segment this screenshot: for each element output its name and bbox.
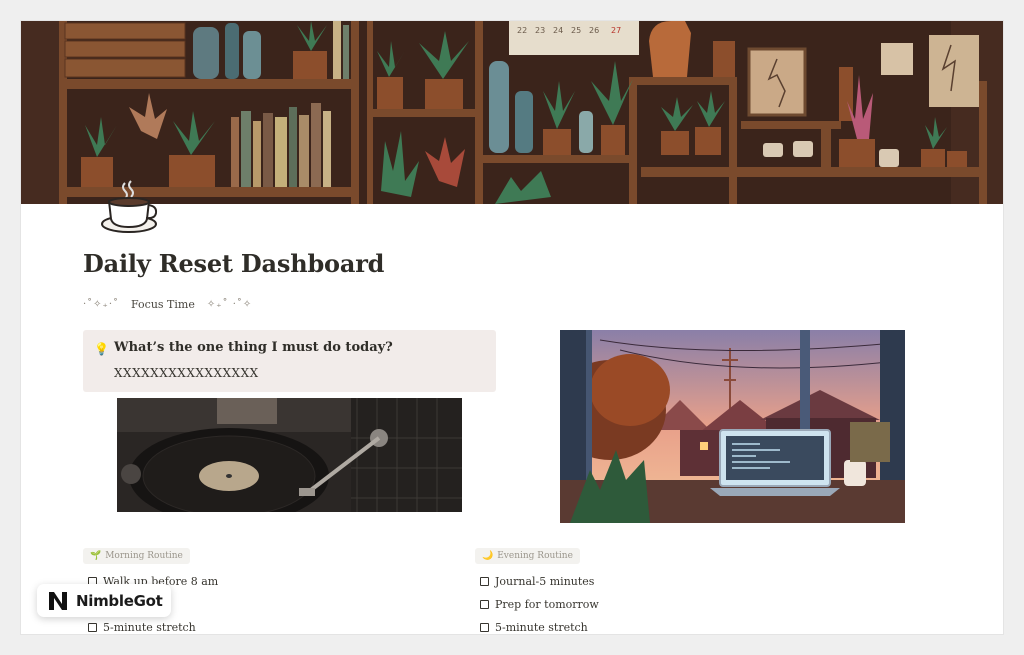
svg-text:26: 26 xyxy=(589,26,599,35)
cover-image[interactable]: 22 23 24 25 26 27 xyxy=(21,21,1003,204)
nimblegot-watermark: NimbleGot xyxy=(37,584,171,617)
notion-page: 22 23 24 25 26 27 Daily Reset Dashboard … xyxy=(21,21,1003,634)
evening-todo-list: Journal-5 minutes Prep for tomorrow 5-mi… xyxy=(475,570,599,634)
watermark-brand: NimbleGot xyxy=(76,591,163,610)
callout-answer[interactable]: XXXXXXXXXXXXXXXX xyxy=(114,366,259,380)
todo-text[interactable]: 5-minute stretch xyxy=(103,621,196,634)
priority-callout[interactable]: 💡 What’s the one thing I must do today? … xyxy=(83,330,496,392)
record-player-image[interactable] xyxy=(117,398,462,512)
todo-item[interactable]: Prep for tomorrow xyxy=(480,593,599,616)
morning-routine-tag[interactable]: 🌱 Morning Routine xyxy=(83,548,190,564)
evening-routine-label: Evening Routine xyxy=(497,551,573,561)
checkbox[interactable] xyxy=(480,623,489,632)
sunset-desk-image[interactable] xyxy=(560,330,905,523)
checkbox[interactable] xyxy=(480,577,489,586)
evening-routine-tag[interactable]: 🌙 Evening Routine xyxy=(475,548,580,564)
sparkle-decoration-left: ·˚✧₊·˚ xyxy=(83,299,120,310)
todo-text[interactable]: Prep for tomorrow xyxy=(495,598,599,611)
svg-text:23: 23 xyxy=(535,26,545,35)
lightbulb-icon: 💡 xyxy=(94,342,109,356)
todo-item[interactable]: 5-minute stretch xyxy=(88,616,218,634)
svg-text:25: 25 xyxy=(571,26,581,35)
focus-time-heading: ·˚✧₊·˚ Focus Time ✧₊˚ ·˚✧ xyxy=(83,298,252,311)
nimblegot-logo-icon xyxy=(49,591,67,610)
sparkle-decoration-right: ✧₊˚ ·˚✧ xyxy=(206,299,253,310)
morning-routine-label: Morning Routine xyxy=(105,551,183,561)
coffee-cup-icon[interactable] xyxy=(101,179,161,235)
todo-item[interactable]: Journal-5 minutes xyxy=(480,570,599,593)
svg-text:27: 27 xyxy=(611,26,621,35)
checkbox[interactable] xyxy=(88,623,97,632)
todo-item[interactable]: 5-minute stretch xyxy=(480,616,599,634)
todo-text[interactable]: 5-minute stretch xyxy=(495,621,588,634)
page-title[interactable]: Daily Reset Dashboard xyxy=(83,249,384,278)
todo-text[interactable]: Journal-5 minutes xyxy=(495,575,594,588)
svg-text:24: 24 xyxy=(553,26,563,35)
sprout-icon: 🌱 xyxy=(90,551,102,561)
checkbox[interactable] xyxy=(480,600,489,609)
focus-time-label: Focus Time xyxy=(131,298,195,311)
svg-text:22: 22 xyxy=(517,26,527,35)
evening-routine-section: 🌙 Evening Routine Journal-5 minutes Prep… xyxy=(475,543,599,634)
moon-icon: 🌙 xyxy=(482,551,494,561)
callout-question: What’s the one thing I must do today? xyxy=(114,340,393,355)
